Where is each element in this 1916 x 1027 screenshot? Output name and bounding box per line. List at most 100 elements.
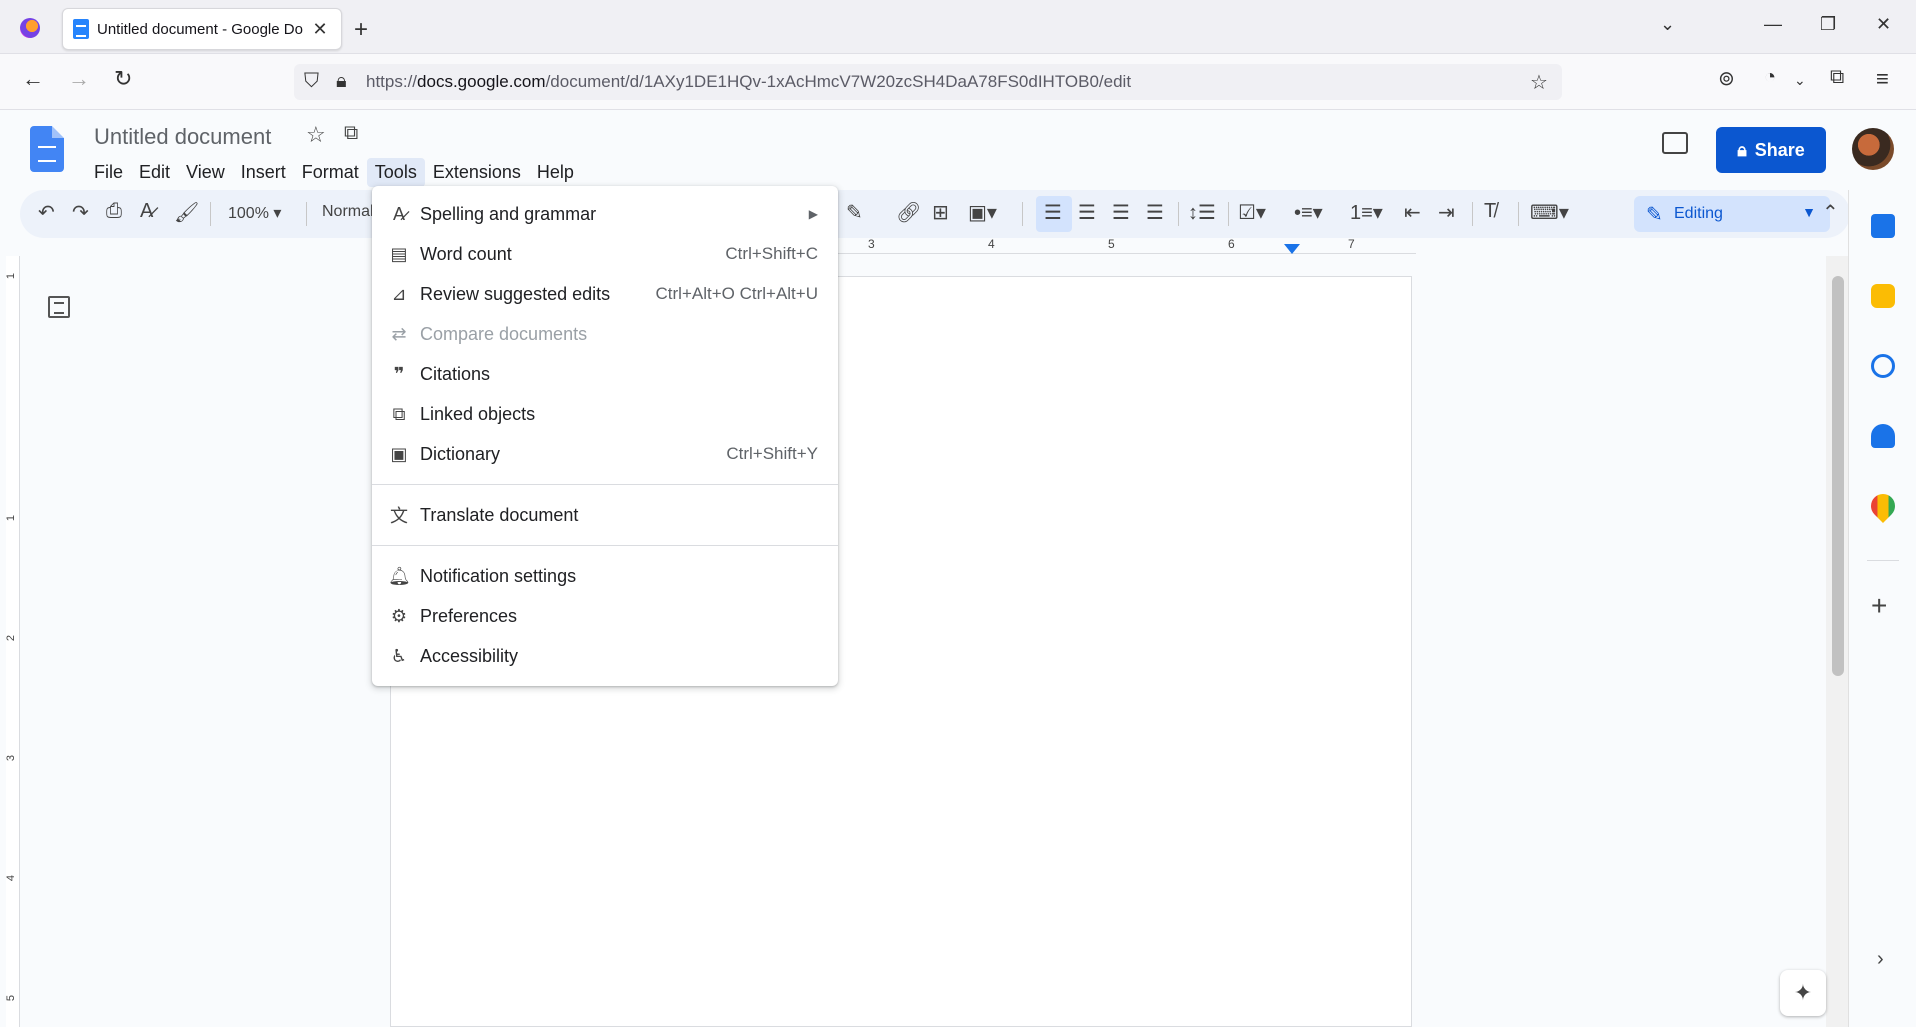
- numbered-list-icon[interactable]: 1≡▾: [1350, 200, 1383, 225]
- keep-icon[interactable]: [1871, 284, 1895, 308]
- clear-formatting-icon[interactable]: T̸: [1484, 200, 1496, 223]
- calendar-icon[interactable]: [1871, 214, 1895, 238]
- share-button[interactable]: 🔒︎ Share: [1716, 127, 1826, 173]
- add-comment-icon[interactable]: ⊞: [932, 200, 949, 225]
- restore-icon[interactable]: ❐: [1820, 14, 1836, 35]
- spellcheck-icon[interactable]: A̷: [140, 200, 153, 223]
- menu-extensions[interactable]: Extensions: [425, 158, 529, 187]
- tools-citations[interactable]: ❞ Citations: [372, 354, 838, 394]
- justify-icon[interactable]: ☰: [1146, 200, 1164, 225]
- share-label: Share: [1754, 139, 1805, 160]
- menu-bar: File Edit View Insert Format Tools Exten…: [86, 158, 582, 187]
- tools-spelling-grammar[interactable]: A̷ Spelling and grammar ▶: [372, 194, 838, 234]
- firefox-logo-icon[interactable]: [20, 18, 40, 38]
- vertical-scrollbar[interactable]: [1826, 256, 1848, 1027]
- browser-tab-bar: Untitled document - Google Do ✕ + ⌄ — ❐ …: [0, 0, 1916, 54]
- print-icon[interactable]: ⎙: [106, 200, 122, 223]
- insert-link-icon[interactable]: 🔗︎: [896, 200, 921, 225]
- link-objects-icon: ⧉: [392, 403, 406, 424]
- menu-edit[interactable]: Edit: [131, 158, 178, 187]
- tools-compare-documents: ⇄ Compare documents: [372, 314, 838, 354]
- align-right-icon[interactable]: ☰: [1112, 200, 1130, 225]
- checklist-icon[interactable]: ☑▾: [1238, 200, 1266, 225]
- close-tab-icon[interactable]: ✕: [309, 19, 331, 40]
- paint-format-icon[interactable]: 🖌︎: [174, 200, 199, 225]
- contacts-icon[interactable]: [1871, 424, 1895, 448]
- menu-help[interactable]: Help: [529, 158, 582, 187]
- tools-review-suggested-edits[interactable]: ⊿ Review suggested edits Ctrl+Alt+O Ctrl…: [372, 274, 838, 314]
- scrollbar-thumb[interactable]: [1832, 276, 1844, 676]
- comment-history-icon[interactable]: [1662, 132, 1688, 154]
- sync-icon[interactable]: ◔: [1764, 66, 1776, 89]
- app-menu-icon[interactable]: ≡: [1876, 66, 1889, 92]
- undo-icon[interactable]: ↶: [38, 200, 55, 225]
- get-addons-icon[interactable]: +: [1871, 590, 1887, 622]
- menu-tools[interactable]: Tools: [366, 158, 425, 187]
- menu-item-label: Notification settings: [420, 565, 577, 586]
- account-avatar[interactable]: [1852, 128, 1894, 170]
- vruler-label: 2: [5, 634, 18, 642]
- collapse-menus-icon[interactable]: ⌃: [1822, 200, 1839, 225]
- menu-divider: [372, 545, 838, 546]
- editing-mode-select[interactable]: ✎ Editing ▼: [1634, 196, 1830, 232]
- bookmark-star-icon[interactable]: ☆: [1530, 70, 1548, 95]
- tasks-icon[interactable]: [1871, 354, 1895, 378]
- tools-notification-settings[interactable]: 🔔︎ Notification settings: [372, 556, 838, 596]
- increase-indent-icon[interactable]: ⇥: [1438, 200, 1455, 225]
- move-folder-icon[interactable]: ⧉: [344, 122, 358, 145]
- tools-accessibility[interactable]: ♿︎ Accessibility: [372, 636, 838, 676]
- forward-icon[interactable]: →: [68, 66, 90, 92]
- ruler-label: 3: [868, 237, 875, 251]
- minimize-icon[interactable]: —: [1764, 14, 1782, 35]
- pocket-icon[interactable]: ⊚: [1718, 66, 1735, 91]
- align-left-icon[interactable]: ☰: [1044, 200, 1062, 225]
- redo-icon[interactable]: ↷: [72, 200, 89, 225]
- document-title[interactable]: Untitled document: [94, 124, 271, 150]
- insert-image-icon[interactable]: ▣▾: [968, 200, 997, 225]
- menu-insert[interactable]: Insert: [233, 158, 294, 187]
- shield-icon[interactable]: ⛉: [304, 70, 319, 93]
- paragraph-style-select[interactable]: Normal: [322, 203, 374, 221]
- maps-icon[interactable]: [1866, 489, 1900, 523]
- align-center-icon[interactable]: ☰: [1078, 200, 1096, 225]
- sync-chevron-icon[interactable]: ⌄: [1794, 72, 1806, 89]
- star-icon[interactable]: ☆: [306, 122, 326, 148]
- tools-preferences[interactable]: ⚙ Preferences: [372, 596, 838, 636]
- docs-logo-icon[interactable]: [30, 126, 64, 172]
- browser-tab[interactable]: Untitled document - Google Do ✕: [62, 8, 342, 50]
- menu-format[interactable]: Format: [294, 158, 367, 187]
- menu-item-shortcut: Ctrl+Shift+Y: [726, 444, 818, 463]
- menu-view[interactable]: View: [178, 158, 233, 187]
- document-outline-icon[interactable]: [48, 296, 70, 318]
- line-spacing-icon[interactable]: ↕☰: [1188, 200, 1216, 225]
- menu-item-label: Citations: [420, 363, 491, 384]
- menu-item-shortcut: Ctrl+Shift+C: [725, 244, 818, 263]
- lock-icon[interactable]: 🔒︎: [336, 70, 347, 93]
- tools-translate-document[interactable]: 文 Translate document: [372, 495, 838, 535]
- ruler-label: 7: [1348, 237, 1355, 251]
- input-tools-icon[interactable]: ⌨▾: [1530, 200, 1569, 225]
- menu-divider: [372, 484, 838, 485]
- bulleted-list-icon[interactable]: •≡▾: [1294, 200, 1323, 225]
- decrease-indent-icon[interactable]: ⇤: [1404, 200, 1421, 225]
- tools-linked-objects[interactable]: ⧉ Linked objects: [372, 394, 838, 434]
- new-tab-icon[interactable]: +: [354, 16, 368, 44]
- show-side-panel-icon[interactable]: ›: [1877, 948, 1884, 971]
- tools-word-count[interactable]: ▤ Word count Ctrl+Shift+C: [372, 234, 838, 274]
- tools-dictionary[interactable]: ▣ Dictionary Ctrl+Shift+Y: [372, 434, 838, 474]
- zoom-select[interactable]: 100% ▾: [228, 203, 281, 223]
- submenu-arrow-icon: ▶: [808, 207, 818, 221]
- reload-icon[interactable]: ↻: [114, 66, 132, 92]
- toolbar-divider: [1518, 202, 1519, 226]
- right-indent-marker[interactable]: [1284, 244, 1300, 254]
- back-icon[interactable]: ←: [22, 66, 44, 92]
- vruler-label: 3: [5, 754, 18, 762]
- accessibility-icon: ♿︎: [390, 645, 408, 666]
- extensions-icon[interactable]: ⧉: [1830, 66, 1844, 89]
- url-bar[interactable]: ⛉ 🔒︎ https://docs.google.com/document/d/…: [294, 64, 1562, 100]
- highlight-icon[interactable]: ✎: [846, 200, 863, 225]
- close-window-icon[interactable]: ✕: [1876, 14, 1891, 35]
- menu-file[interactable]: File: [86, 158, 131, 187]
- explore-button[interactable]: ✦: [1780, 970, 1826, 1016]
- tab-list-chevron-icon[interactable]: ⌄: [1660, 14, 1675, 35]
